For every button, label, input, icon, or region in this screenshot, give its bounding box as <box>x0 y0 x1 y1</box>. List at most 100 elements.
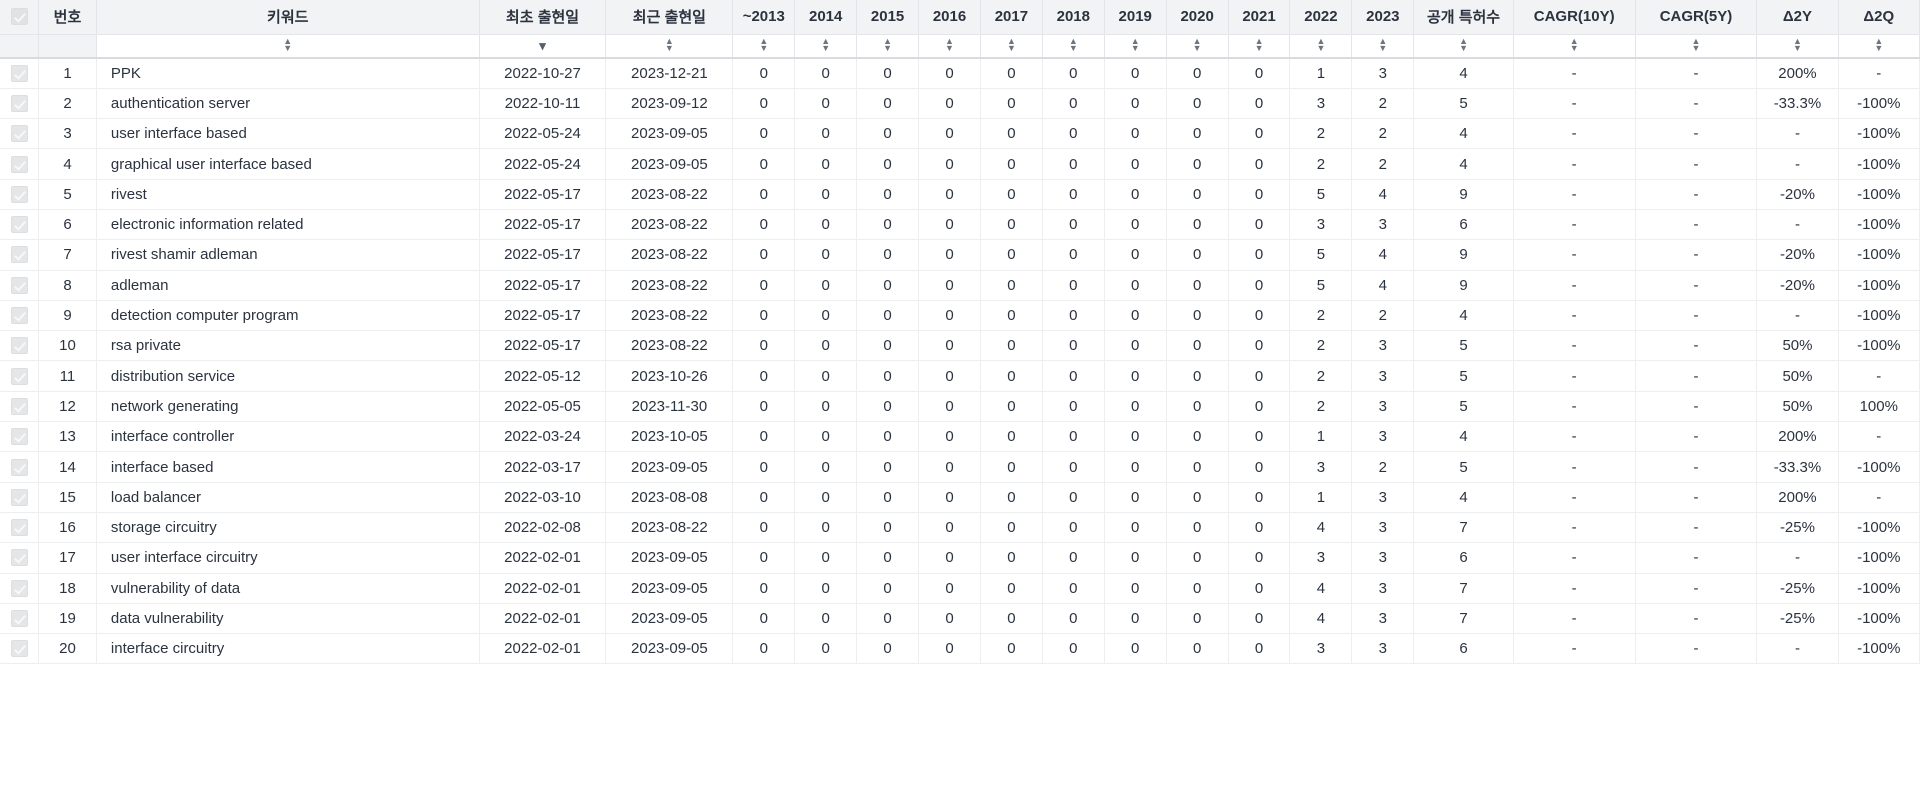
sort-control-recent[interactable]: ▲ ▼ <box>605 34 734 59</box>
column-header-y2014[interactable]: 2014 <box>794 0 858 35</box>
cell-keyword[interactable]: PPK <box>96 58 480 89</box>
table-row[interactable]: 5 rivest 2022-05-17 2023-08-22 0 0 0 0 0 0 0 0 0 5 4 9-… <box>0 179 1920 210</box>
checkbox-checked-icon[interactable] <box>10 307 28 325</box>
table-row[interactable]: 1 PPK 2022-10-27 2023-12-21 0 0 0 0 0 0 0 0 0 1 3 4- -20… <box>0 58 1920 89</box>
cell-keyword[interactable]: adleman <box>96 270 480 301</box>
checkbox-checked-icon[interactable] <box>10 367 28 385</box>
table-row[interactable]: 20 interface circuitry 2022-02-01 2023-09-0… <box>0 633 1920 665</box>
sort-control-y2017[interactable]: ▲ ▼ <box>980 34 1043 59</box>
row-checkbox[interactable] <box>0 482 40 513</box>
sort-control-keyword[interactable]: ▲ ▼ <box>96 34 480 59</box>
column-header-y2016[interactable]: 2016 <box>918 0 981 35</box>
table-row[interactable]: 12 network generating 2022-05-05 2023-11-30… <box>0 391 1920 423</box>
cell-keyword[interactable]: graphical user interface based <box>96 148 480 180</box>
sort-both-icon[interactable]: ▲ ▼ <box>1874 36 1883 53</box>
table-row[interactable]: 6 electronic information related 2022-05-1… <box>0 209 1920 241</box>
row-checkbox[interactable] <box>0 270 40 301</box>
sort-control-y2019[interactable]: ▲ ▼ <box>1104 34 1167 59</box>
column-header-d2y[interactable]: Δ2Y <box>1756 0 1839 35</box>
checkbox-checked-icon[interactable] <box>10 428 28 446</box>
checkbox-checked-icon[interactable] <box>10 276 28 294</box>
cell-keyword[interactable]: detection computer program <box>96 300 480 332</box>
cell-keyword[interactable]: interface based <box>96 451 480 483</box>
table-row[interactable]: 19 data vulnerability 2022-02-01 2023-09-05… <box>0 603 1920 635</box>
sort-both-icon[interactable]: ▲ ▼ <box>665 36 674 53</box>
checkbox-checked-icon[interactable] <box>10 397 28 415</box>
column-header-first[interactable]: 최초 출현일 <box>479 0 607 35</box>
cell-keyword[interactable]: interface circuitry <box>96 633 480 665</box>
row-checkbox[interactable] <box>0 421 40 453</box>
row-checkbox[interactable] <box>0 360 40 392</box>
sort-both-icon[interactable]: ▲ ▼ <box>883 36 892 53</box>
sort-descending-icon[interactable]: ▾ <box>539 39 546 52</box>
cell-keyword[interactable]: network generating <box>96 391 480 423</box>
sort-both-icon[interactable]: ▲ ▼ <box>1570 36 1579 53</box>
row-checkbox[interactable] <box>0 58 40 89</box>
column-header-y2019[interactable]: 2019 <box>1104 0 1167 35</box>
table-row[interactable]: 2 authentication server 2022-10-11 2023-09-… <box>0 88 1920 120</box>
checkbox-checked-icon[interactable] <box>10 488 28 506</box>
cell-keyword[interactable]: data vulnerability <box>96 603 480 635</box>
sort-both-icon[interactable]: ▲ ▼ <box>283 36 292 53</box>
checkbox-checked-icon[interactable] <box>10 8 28 26</box>
cell-keyword[interactable]: rivest shamir adleman <box>96 239 480 271</box>
column-header-cagr10[interactable]: CAGR(10Y) <box>1513 0 1636 35</box>
row-checkbox[interactable] <box>0 179 40 210</box>
checkbox-checked-icon[interactable] <box>10 519 28 537</box>
row-checkbox[interactable] <box>0 542 40 574</box>
checkbox-checked-icon[interactable] <box>10 216 28 234</box>
column-header-recent[interactable]: 최근 출현일 <box>605 0 734 35</box>
sort-control-cagr10[interactable]: ▲ ▼ <box>1513 34 1636 59</box>
checkbox-checked-icon[interactable] <box>10 64 28 82</box>
row-checkbox[interactable] <box>0 88 40 120</box>
sort-both-icon[interactable]: ▲ ▼ <box>759 36 768 53</box>
sort-both-icon[interactable]: ▲ ▼ <box>945 36 954 53</box>
sort-control-y2021[interactable]: ▲ ▼ <box>1228 34 1291 59</box>
sort-both-icon[interactable]: ▲ ▼ <box>1069 36 1078 53</box>
row-checkbox[interactable] <box>0 330 40 362</box>
cell-keyword[interactable]: vulnerability of data <box>96 573 480 604</box>
column-header-y2013[interactable]: ~2013 <box>732 0 796 35</box>
table-row[interactable]: 15 load balancer 2022-03-10 2023-08-08 0 0 0 0 0… <box>0 482 1920 513</box>
cell-keyword[interactable]: user interface circuitry <box>96 542 480 574</box>
checkbox-checked-icon[interactable] <box>10 246 28 264</box>
sort-control-d2y[interactable]: ▲ ▼ <box>1756 34 1839 59</box>
row-checkbox[interactable] <box>0 118 40 150</box>
checkbox-checked-icon[interactable] <box>10 125 28 143</box>
row-checkbox[interactable] <box>0 512 40 544</box>
checkbox-checked-icon[interactable] <box>10 609 28 627</box>
select-all-checkbox[interactable] <box>0 0 40 35</box>
row-checkbox[interactable] <box>0 148 40 180</box>
checkbox-checked-icon[interactable] <box>10 185 28 203</box>
sort-control-d2q[interactable]: ▲ ▼ <box>1838 34 1920 59</box>
table-row[interactable]: 3 user interface based 2022-05-24 2023-09-0… <box>0 118 1920 150</box>
row-checkbox[interactable] <box>0 603 40 635</box>
column-header-total[interactable]: 공개 특허수 <box>1413 0 1514 35</box>
column-header-no[interactable]: 번호 <box>38 0 97 35</box>
sort-control-y2014[interactable]: ▲ ▼ <box>794 34 858 59</box>
column-header-y2023[interactable]: 2023 <box>1351 0 1415 35</box>
column-header-y2021[interactable]: 2021 <box>1228 0 1291 35</box>
sort-both-icon[interactable]: ▲ ▼ <box>1316 36 1325 53</box>
cell-keyword[interactable]: user interface based <box>96 118 480 150</box>
column-header-y2018[interactable]: 2018 <box>1042 0 1105 35</box>
sort-both-icon[interactable]: ▲ ▼ <box>1255 36 1264 53</box>
column-header-y2017[interactable]: 2017 <box>980 0 1043 35</box>
table-row[interactable]: 10 rsa private 2022-05-17 2023-08-22 0 0 0 0 0 0 0… <box>0 330 1920 362</box>
table-row[interactable]: 18 vulnerability of data 2022-02-01 2023-09… <box>0 573 1920 604</box>
row-checkbox[interactable] <box>0 573 40 604</box>
row-checkbox[interactable] <box>0 239 40 271</box>
checkbox-checked-icon[interactable] <box>10 155 28 173</box>
sort-both-icon[interactable]: ▲ ▼ <box>1459 36 1468 53</box>
cell-keyword[interactable]: electronic information related <box>96 209 480 241</box>
cell-keyword[interactable]: authentication server <box>96 88 480 120</box>
sort-control-cagr5[interactable]: ▲ ▼ <box>1635 34 1758 59</box>
sort-both-icon[interactable]: ▲ ▼ <box>1007 36 1016 53</box>
sort-control-y2023[interactable]: ▲ ▼ <box>1351 34 1415 59</box>
cell-keyword[interactable]: distribution service <box>96 360 480 392</box>
sort-control-first[interactable]: ▾ <box>479 34 607 59</box>
column-header-keyword[interactable]: 키워드 <box>96 0 480 35</box>
table-row[interactable]: 13 interface controller 2022-03-24 2023-10-… <box>0 421 1920 453</box>
table-row[interactable]: 11 distribution service 2022-05-12 2023-10-… <box>0 360 1920 392</box>
row-checkbox[interactable] <box>0 451 40 483</box>
